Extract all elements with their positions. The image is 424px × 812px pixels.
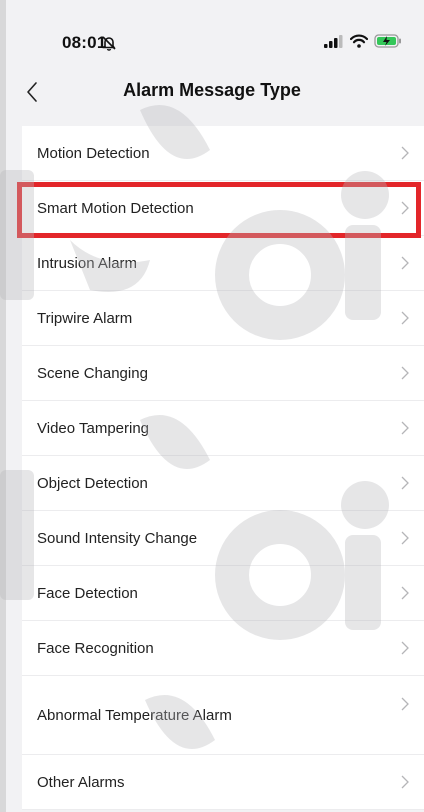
list-item-label: Abnormal Temperature Alarm <box>37 706 232 724</box>
chevron-right-icon <box>401 586 409 600</box>
list-item-face-recognition[interactable]: Face Recognition <box>22 621 424 676</box>
list-item-label: Other Alarms <box>37 773 125 791</box>
system-icons <box>324 34 402 48</box>
wifi-icon <box>350 34 368 48</box>
list-item-label: Motion Detection <box>37 144 150 162</box>
navigation-bar: Alarm Message Type <box>0 70 424 114</box>
list-item-abnormal-temperature-alarm[interactable]: Abnormal Temperature Alarm <box>22 676 424 755</box>
chevron-right-icon <box>401 311 409 325</box>
list-item-label: Scene Changing <box>37 364 148 382</box>
list-item-other-alarms[interactable]: Other Alarms <box>22 755 424 810</box>
list-item-label: Intrusion Alarm <box>37 254 138 272</box>
chevron-right-icon <box>401 697 409 711</box>
list-item-label: Sound Intensity Change <box>37 529 198 547</box>
page-title: Alarm Message Type <box>123 80 301 100</box>
bell-slash-icon <box>102 36 116 51</box>
list-item-object-detection[interactable]: Object Detection <box>22 456 424 511</box>
chevron-right-icon <box>401 201 409 215</box>
status-bar: 08:01 <box>0 0 424 70</box>
list-item-intrusion-alarm[interactable]: Intrusion Alarm <box>22 236 424 291</box>
list-item-sound-intensity-change[interactable]: Sound Intensity Change <box>22 511 424 566</box>
chevron-right-icon <box>401 641 409 655</box>
list-item-video-tampering[interactable]: Video Tampering <box>22 401 424 456</box>
list-item-label: Face Recognition <box>37 639 154 657</box>
status-time: 08:01 <box>62 33 107 52</box>
list-item-label: Video Tampering <box>37 419 150 437</box>
list-item-label: Object Detection <box>37 474 148 492</box>
alarm-type-list: Motion Detection Smart Motion Detection … <box>22 126 424 810</box>
list-item-label: Face Detection <box>37 584 138 602</box>
chevron-right-icon <box>401 421 409 435</box>
chevron-right-icon <box>401 146 409 160</box>
list-item-label: Tripwire Alarm <box>37 309 133 327</box>
list-item-scene-changing[interactable]: Scene Changing <box>22 346 424 401</box>
list-item-tripwire-alarm[interactable]: Tripwire Alarm <box>22 291 424 346</box>
battery-charging-icon <box>374 34 401 48</box>
chevron-right-icon <box>401 531 409 545</box>
chevron-right-icon <box>401 366 409 380</box>
signal-icon <box>324 34 343 48</box>
chevron-right-icon <box>401 775 409 789</box>
list-item-smart-motion-detection[interactable]: Smart Motion Detection <box>22 181 424 236</box>
chevron-right-icon <box>401 476 409 490</box>
list-item-label: Smart Motion Detection <box>37 199 194 217</box>
window-edge <box>0 0 6 812</box>
chevron-right-icon <box>401 256 409 270</box>
list-item-face-detection[interactable]: Face Detection <box>22 566 424 621</box>
list-item-motion-detection[interactable]: Motion Detection <box>22 126 424 181</box>
